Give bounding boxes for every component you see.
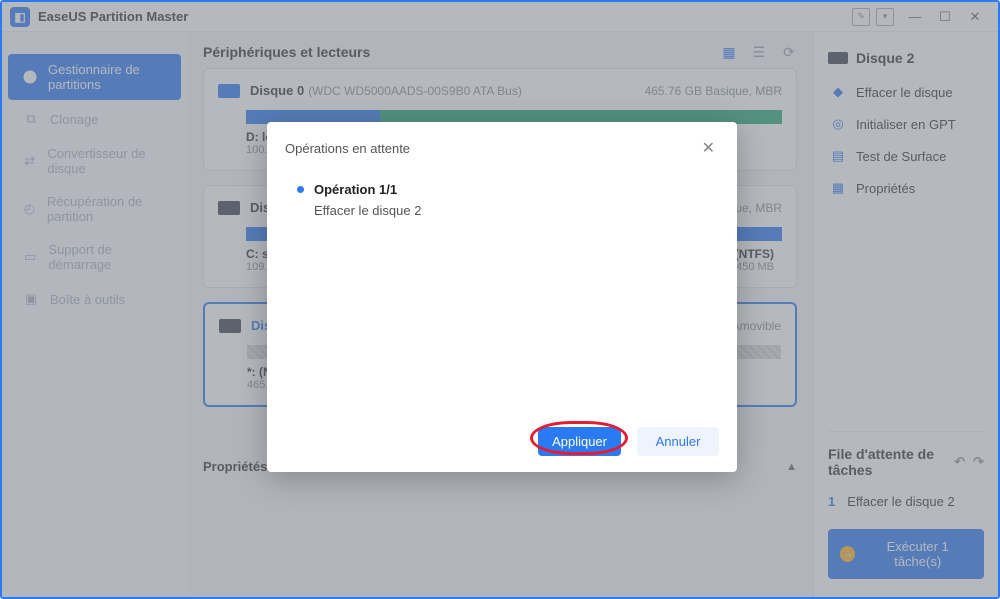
operation-title: Opération 1/1 <box>314 182 397 197</box>
pending-operations-modal: Opérations en attente ✕ Opération 1/1 Ef… <box>267 122 737 472</box>
app-window: ◧ EaseUS Partition Master ✎ ▾ — ☐ ✕ Gest… <box>0 0 1000 599</box>
modal-title: Opérations en attente <box>285 141 410 156</box>
operation-desc: Effacer le disque 2 <box>314 203 713 218</box>
cancel-button[interactable]: Annuler <box>637 427 719 456</box>
apply-button[interactable]: Appliquer <box>538 427 621 456</box>
bullet-icon <box>297 186 304 193</box>
modal-close-button[interactable]: ✕ <box>698 136 719 160</box>
